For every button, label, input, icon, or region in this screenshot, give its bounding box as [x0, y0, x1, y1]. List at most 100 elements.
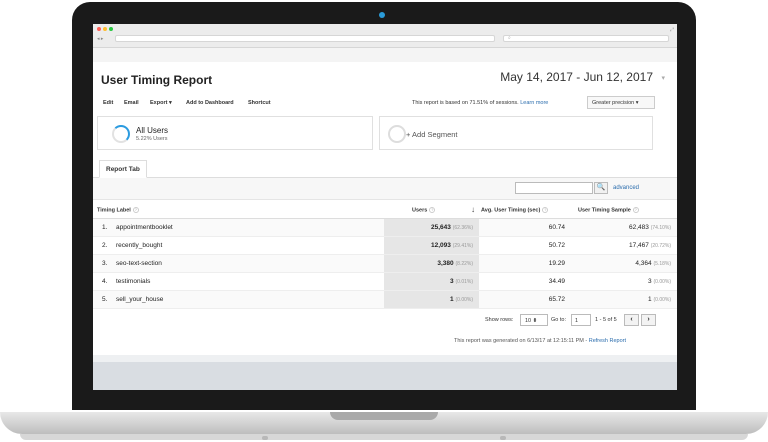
report-content: User Timing Report May 14, 2017 - Jun 12…: [93, 62, 677, 347]
minimize-window-icon[interactable]: [103, 27, 107, 31]
row-index: 5.: [102, 296, 108, 303]
users-percent: (0.00%): [455, 297, 473, 303]
search-icon[interactable]: 🔍: [594, 182, 608, 194]
users-value: 3: [450, 278, 454, 285]
back-forward-icon[interactable]: ◂ ▸: [97, 36, 103, 42]
window-controls: [97, 27, 113, 31]
browser-screen: ◂ ▸ ⌕ ⤢ User Timing Report May 14, 2017 …: [93, 24, 677, 390]
precision-select[interactable]: Greater precision ▾: [587, 96, 655, 109]
fullscreen-icon[interactable]: ⤢: [670, 27, 674, 33]
row-label-link[interactable]: appointmentbooklet: [116, 224, 173, 231]
report-tabs: Report Tab: [93, 154, 677, 178]
report-toolbar: Edit Email Export ▾ Add to Dashboard Sho…: [93, 94, 677, 112]
row-sample: 3 (0.00%): [648, 278, 671, 285]
filter-input[interactable]: [515, 182, 593, 194]
row-sample: 17,467 (20.72%): [629, 242, 671, 249]
page-range: 1 - 5 of 5: [595, 317, 617, 323]
table-row[interactable]: 1. appointmentbooklet 25,643 (62.36%) 60…: [93, 219, 677, 237]
refresh-report-link[interactable]: Refresh Report: [589, 338, 626, 344]
table-row[interactable]: 5. sell_your_house 1 (0.00%) 65.72 1 (0.…: [93, 291, 677, 309]
rows-per-page-select[interactable]: 10 ⬍: [520, 314, 548, 326]
help-icon[interactable]: ?: [132, 207, 139, 213]
next-page-button[interactable]: ›: [641, 314, 656, 326]
sampling-text: This report is based on 71.51% of sessio…: [412, 100, 519, 106]
column-avg-timing-text: Avg. User Timing (sec): [481, 207, 541, 214]
footer-strip: [93, 355, 677, 362]
users-value: 1: [450, 296, 454, 303]
add-segment-button[interactable]: + Add Segment: [379, 116, 653, 150]
laptop-shadow: [20, 434, 748, 440]
row-sample: 1 (0.00%): [648, 296, 671, 303]
export-button[interactable]: Export ▾: [150, 100, 172, 106]
row-users: 3,380 (8.22%): [437, 260, 473, 267]
column-sample[interactable]: User Timing Sample?: [578, 207, 639, 213]
sample-value: 3: [648, 278, 652, 285]
users-value: 25,643: [431, 224, 451, 231]
row-users: 12,093 (29.41%): [431, 242, 473, 249]
users-percent: (62.36%): [452, 225, 473, 231]
sample-value: 17,467: [629, 242, 649, 249]
shortcut-button[interactable]: Shortcut: [248, 100, 271, 106]
sample-percent: (5.18%): [653, 261, 671, 267]
sort-descending-icon[interactable]: ↓: [471, 205, 475, 214]
browser-search-bar[interactable]: ⌕: [503, 35, 669, 42]
segment-all-users[interactable]: All Users 5.22% Users: [97, 116, 373, 150]
column-timing-label-text: Timing Label: [97, 207, 131, 214]
row-label-link[interactable]: recently_bought: [116, 242, 162, 249]
row-avg-timing: 50.72: [548, 242, 565, 249]
help-icon[interactable]: ?: [632, 207, 639, 213]
show-rows-label: Show rows:: [485, 317, 514, 323]
table-row[interactable]: 4. testimonials 3 (0.01%) 34.49 3 (0.00%…: [93, 273, 677, 291]
laptop-frame: ◂ ▸ ⌕ ⤢ User Timing Report May 14, 2017 …: [0, 0, 768, 442]
sample-value: 62,483: [629, 224, 649, 231]
camera-dot: [379, 12, 385, 18]
add-segment-label: + Add Segment: [406, 130, 458, 139]
table-row[interactable]: 2. recently_bought 12,093 (29.41%) 50.72…: [93, 237, 677, 255]
generated-notice: This report was generated on 6/13/17 at …: [454, 338, 626, 344]
column-timing-label[interactable]: Timing Label?: [97, 207, 139, 213]
users-percent: (0.01%): [455, 279, 473, 285]
users-percent: (8.22%): [455, 261, 473, 267]
row-index: 2.: [102, 242, 108, 249]
laptop-foot: [500, 436, 506, 440]
row-sample: 4,364 (5.18%): [635, 260, 671, 267]
column-users[interactable]: Users?: [412, 207, 436, 214]
page-top-band: [93, 48, 677, 62]
sample-percent: (20.72%): [650, 243, 671, 249]
go-to-label: Go to:: [551, 317, 566, 323]
help-icon[interactable]: ?: [542, 207, 549, 213]
email-button[interactable]: Email: [124, 100, 139, 106]
add-to-dashboard-button[interactable]: Add to Dashboard: [186, 100, 234, 106]
row-users: 3 (0.01%): [450, 278, 473, 285]
advanced-filter-link[interactable]: advanced: [613, 185, 639, 191]
row-label-link[interactable]: seo-text-section: [116, 260, 162, 267]
go-to-page-input[interactable]: 1: [571, 314, 591, 326]
column-users-text: Users: [412, 207, 428, 214]
sampling-notice: This report is based on 71.51% of sessio…: [412, 100, 548, 106]
table-body: 1. appointmentbooklet 25,643 (62.36%) 60…: [93, 219, 677, 309]
prev-page-button[interactable]: ‹: [624, 314, 639, 326]
tab-report[interactable]: Report Tab: [99, 160, 147, 178]
help-icon[interactable]: ?: [429, 207, 436, 213]
row-users: 25,643 (62.36%): [431, 224, 473, 231]
table-row[interactable]: 3. seo-text-section 3,380 (8.22%) 19.29 …: [93, 255, 677, 273]
row-index: 1.: [102, 224, 108, 231]
address-bar[interactable]: [115, 35, 495, 42]
laptop-foot: [262, 436, 268, 440]
page-title: User Timing Report: [101, 73, 213, 87]
chevron-down-icon[interactable]: ▾: [661, 74, 665, 82]
table-header: Timing Label? Users? ↓ Avg. User Timing …: [93, 199, 677, 219]
edit-button[interactable]: Edit: [103, 100, 113, 106]
column-avg-timing[interactable]: Avg. User Timing (sec)?: [481, 207, 549, 214]
row-label-link[interactable]: sell_your_house: [116, 296, 163, 303]
date-range-picker[interactable]: May 14, 2017 - Jun 12, 2017: [500, 70, 653, 84]
users-value: 3,380: [437, 260, 454, 267]
report-header: User Timing Report May 14, 2017 - Jun 12…: [93, 62, 677, 94]
maximize-window-icon[interactable]: [109, 27, 113, 31]
row-label-link[interactable]: testimonials: [116, 278, 150, 285]
page-bottom-panel: [93, 362, 677, 390]
pagination-bar: Show rows: 10 ⬍ Go to: 1 1 - 5 of 5 ‹ ›: [93, 309, 677, 331]
learn-more-link[interactable]: Learn more: [520, 100, 548, 106]
segment-ring-icon: [112, 125, 130, 143]
close-window-icon[interactable]: [97, 27, 101, 31]
